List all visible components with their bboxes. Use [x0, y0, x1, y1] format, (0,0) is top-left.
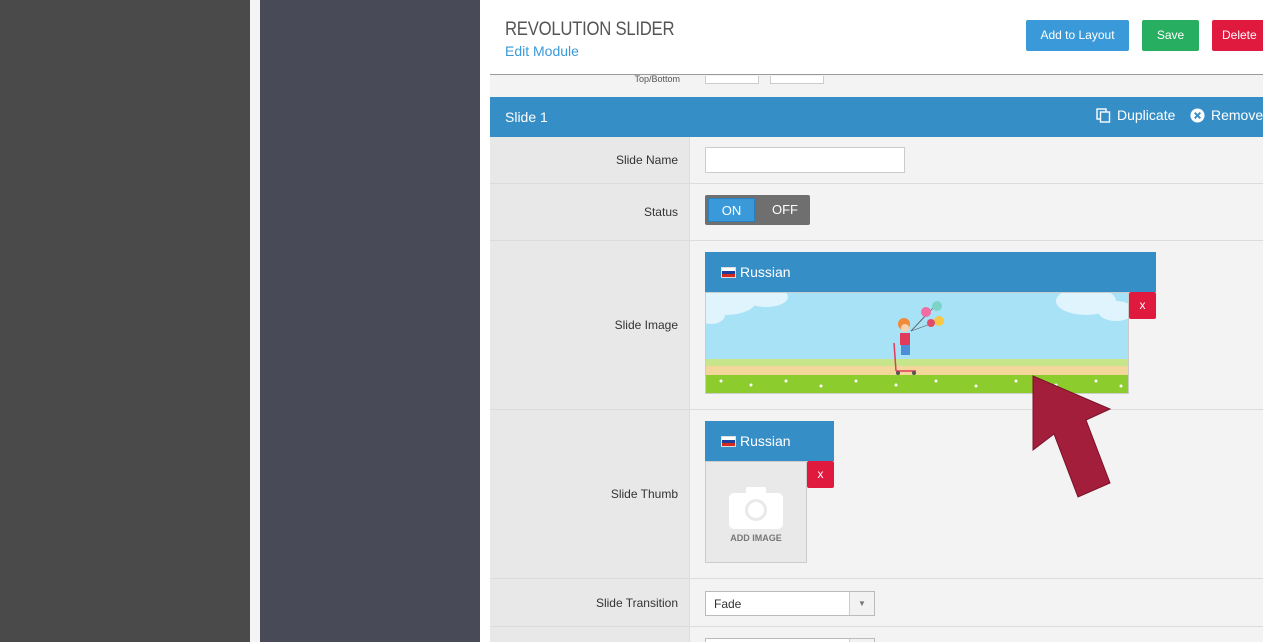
status-off-option[interactable]: OFF [763, 198, 807, 222]
add-to-layout-button[interactable]: Add to Layout [1026, 20, 1129, 51]
page-title: REVOLUTION SLIDER [505, 19, 675, 40]
chevron-down-icon: ▼ [858, 599, 866, 608]
slide-transition-value: Fade [714, 597, 742, 611]
remove-slide-thumb-button[interactable]: x [807, 461, 834, 488]
status-row: Status ON OFF [490, 184, 1263, 241]
slide-title: Slide 1 [505, 109, 548, 125]
background-gap-2 [480, 0, 490, 642]
slide-image-language-tab[interactable]: Russian [705, 252, 1156, 292]
slide-thumb-row: Slide Thumb Russian ADD IMAGE x [490, 410, 1263, 579]
slide-image-label: Slide Image [614, 318, 678, 332]
slide-name-input[interactable] [705, 147, 905, 173]
background-gap [250, 0, 260, 642]
slide-thumb-label: Slide Thumb [610, 487, 678, 501]
top-bottom-label: Top/Bottom [634, 74, 680, 84]
delete-button[interactable]: Delete [1212, 20, 1263, 51]
slide-transition-select[interactable]: Fade ▼ [705, 591, 875, 616]
slide-thumb-add-image[interactable]: ADD IMAGE [705, 461, 807, 563]
slide-thumb-language: Russian [740, 433, 791, 449]
slide-name-label: Slide Name [615, 153, 678, 167]
page-header: REVOLUTION SLIDER Edit Module Add to Lay… [490, 0, 1263, 75]
next-row [490, 627, 1263, 642]
copy-icon [1096, 107, 1111, 123]
background-sidebar [260, 0, 480, 642]
russia-flag-icon [721, 267, 736, 278]
next-select[interactable] [705, 638, 875, 642]
select-arrow[interactable]: ▼ [849, 592, 874, 615]
background-left [0, 0, 250, 642]
slide-image-row: Slide Image Russian x [490, 241, 1263, 410]
status-on-option[interactable]: ON [708, 198, 755, 222]
slide-header: Slide 1 Duplicate Remove [490, 97, 1263, 137]
camera-icon [729, 487, 783, 529]
slide-thumb-language-tab[interactable]: Russian [705, 421, 834, 461]
russia-flag-icon [721, 436, 736, 447]
slide-image-preview[interactable] [705, 292, 1129, 394]
slide-image-picture [706, 293, 1128, 393]
save-button[interactable]: Save [1142, 20, 1199, 51]
top-input[interactable] [705, 76, 759, 84]
slide-transition-label: Slide Transition [595, 595, 678, 610]
add-image-text: ADD IMAGE [730, 533, 782, 543]
duplicate-label: Duplicate [1117, 107, 1176, 123]
remove-label: Remove [1211, 107, 1263, 123]
close-circle-icon [1190, 107, 1205, 123]
bottom-input[interactable] [770, 76, 824, 84]
remove-slide-button[interactable]: Remove [1190, 107, 1263, 123]
duplicate-slide-button[interactable]: Duplicate [1096, 107, 1175, 123]
slide-transition-row: Slide Transition Fade ▼ [490, 579, 1263, 627]
slide-image-language: Russian [740, 264, 791, 280]
slide-name-row: Slide Name [490, 137, 1263, 184]
status-label: Status [643, 205, 678, 219]
remove-slide-image-button[interactable]: x [1129, 292, 1156, 319]
status-toggle[interactable]: ON OFF [705, 195, 810, 225]
top-bottom-row: Top/Bottom [490, 74, 1263, 96]
edit-module-link[interactable]: Edit Module [505, 43, 579, 59]
module-editor-panel: REVOLUTION SLIDER Edit Module Add to Lay… [490, 0, 1263, 642]
